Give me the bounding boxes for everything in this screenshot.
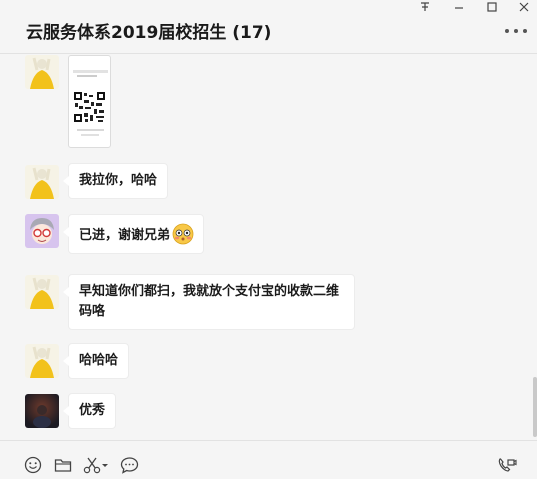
folder-icon[interactable] <box>53 455 73 475</box>
message-text: 已进，谢谢兄弟 <box>79 228 171 243</box>
message-text: 早知道你们都扫，我就放个支付宝的收款二维码咯 <box>79 284 340 319</box>
message-bubble[interactable]: 哈哈哈 <box>62 343 130 379</box>
message-bubble[interactable]: 已进，谢谢兄弟 <box>62 214 205 254</box>
message-bubble[interactable]: 我拉你，哈哈 <box>62 163 169 199</box>
emoji-icon[interactable] <box>23 455 43 475</box>
input-toolbar <box>0 440 537 479</box>
chat-scrollbar[interactable] <box>533 377 537 437</box>
more-options-icon[interactable] <box>505 24 527 38</box>
pin-icon[interactable] <box>408 0 442 14</box>
message-text: 我拉你，哈哈 <box>79 173 158 188</box>
chat-title: 云服务体系2019届校招生 (17) <box>26 23 272 43</box>
maximize-icon[interactable] <box>475 0 509 14</box>
video-call-icon[interactable] <box>496 455 518 475</box>
blush-emoji <box>172 223 194 245</box>
avatar[interactable] <box>25 55 59 89</box>
minimize-icon[interactable] <box>442 0 476 14</box>
message-bubble[interactable]: 早知道你们都扫，我就放个支付宝的收款二维码咯 <box>63 274 355 330</box>
message-bubble[interactable]: 优秀 <box>62 393 117 429</box>
title-bar: 云服务体系2019届校招生 (17) <box>0 0 537 54</box>
qr-code-screenshot-image[interactable] <box>68 55 111 148</box>
scissors-icon[interactable] <box>83 455 109 475</box>
close-icon[interactable] <box>507 0 537 14</box>
message-text: 哈哈哈 <box>79 353 119 368</box>
chat-bubble-icon[interactable] <box>119 455 139 475</box>
avatar[interactable] <box>25 394 59 428</box>
avatar[interactable] <box>25 275 59 309</box>
avatar[interactable] <box>25 214 59 248</box>
avatar[interactable] <box>25 165 59 199</box>
avatar[interactable] <box>25 344 59 378</box>
message-text: 优秀 <box>79 403 106 418</box>
chat-message-list[interactable]: 我拉你，哈哈 已进，谢谢兄弟 早知道你们都扫，我就放个支付宝的收款二维码咯 哈哈… <box>0 55 537 440</box>
